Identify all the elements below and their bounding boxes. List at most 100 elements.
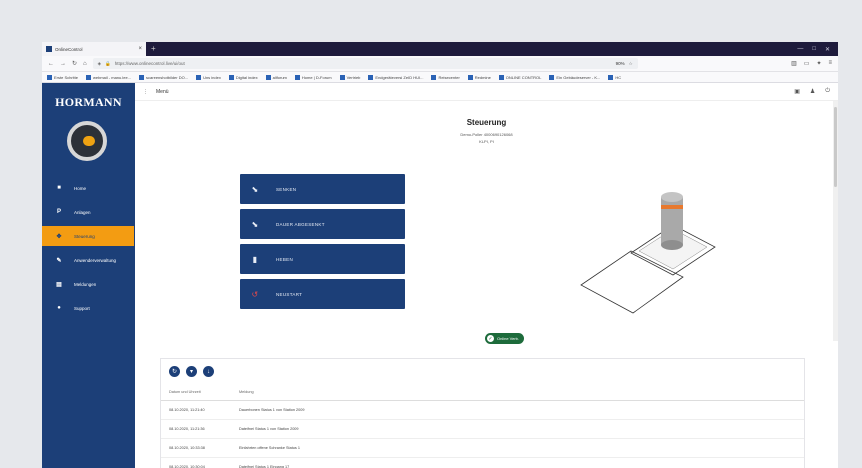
bookmark-item[interactable]: Ein Gebäudeserver - K...	[549, 74, 600, 80]
button-label: SENKEN	[276, 186, 297, 192]
status-check-icon: ✓	[487, 335, 494, 342]
shield-icon: ◈	[97, 60, 102, 66]
power-icon[interactable]: ⏻	[825, 88, 830, 95]
device-location: KLPI, PI	[479, 139, 494, 144]
column-header-datetime[interactable]: Datum und Uhrzeit	[161, 384, 231, 401]
table-row[interactable]: 08.10.2020, 11:21:40 Dauerbonen Status 1…	[161, 400, 804, 420]
reload-icon[interactable]: ↻	[72, 60, 77, 67]
favicon-icon	[46, 46, 52, 52]
close-window-icon[interactable]: ✕	[825, 46, 830, 53]
forward-icon[interactable]: →	[60, 61, 66, 67]
permanent-lowered-icon: ⬊	[251, 219, 259, 229]
sidebar-item-anwenderverwaltung[interactable]: ✎ Anwenderverwaltung	[42, 250, 135, 270]
user-icon[interactable]: ♟	[810, 88, 815, 95]
sidebar-item-label: Home	[74, 185, 87, 191]
page-title: Steuerung	[466, 118, 507, 127]
extensions-icon[interactable]: ✦	[816, 60, 821, 67]
browser-tab[interactable]: OnlineControl ×	[42, 42, 146, 56]
url-bar[interactable]: ◈ 🔒 https://www.onlinecontrol.live/ui/ou…	[92, 58, 638, 69]
column-header-message[interactable]: Meldung	[231, 384, 804, 401]
tab-close-icon[interactable]: ×	[138, 46, 142, 52]
raise-button[interactable]: ▮ HEBEN	[240, 244, 405, 274]
tab-title: OnlineControl	[55, 46, 83, 52]
bollard-illustration	[580, 192, 716, 314]
log-panel: ↻ ▾ ↓ Datum und Uhrzeit Meldung 08.10.20…	[160, 358, 805, 468]
bookmark-item[interactable]: ONLINE CONTROL	[498, 74, 541, 80]
status-badge[interactable]: ✓ Online Verb.	[485, 333, 525, 344]
bookmark-item[interactable]: webmail - manu.lee...	[86, 74, 131, 80]
permanent-lowered-button[interactable]: ⬊ DAUER ABGESENKT	[240, 209, 405, 239]
log-toolbar: ↻ ▾ ↓	[161, 359, 804, 384]
bookmark-item[interactable]: Vertrieb	[339, 74, 360, 80]
page-header: Steuerung Demo-Poller 4000690126068 KLPI…	[135, 118, 838, 144]
bollard-body-shape	[661, 197, 683, 245]
app-container: HORMANN ■ Home P Anlagen ✥ Steuerung ✎ A…	[42, 83, 838, 468]
table-row[interactable]: 08.10.2020, 11:21:36 Dateifnei Status 1 …	[161, 419, 804, 439]
lower-icon: ⬊	[251, 184, 259, 194]
support-icon: ●	[57, 305, 61, 311]
sidebar-item-support[interactable]: ● Support	[42, 298, 135, 318]
log-table: Datum und Uhrzeit Meldung 08.10.2020, 11…	[161, 384, 804, 468]
table-row[interactable]: 08.10.2020, 10:33:38 Einfahrten offene S…	[161, 438, 804, 458]
restart-button[interactable]: ↺ NEUSTART	[240, 279, 405, 309]
button-label: HEBEN	[276, 256, 294, 262]
sidebar-item-label: Steuerung	[74, 233, 95, 239]
bookmark-item[interactable]: Digital index	[228, 74, 258, 80]
sidebar-item-home[interactable]: ■ Home	[42, 178, 135, 198]
sidebar-item-label: Anwenderverwaltung	[74, 257, 117, 263]
control-icon: ✥	[56, 233, 62, 240]
cell-datetime: 08.10.2020, 11:21:40	[161, 400, 231, 420]
cell-datetime: 08.10.2020, 10:33:38	[161, 438, 231, 458]
messages-icon: ▤	[56, 281, 62, 288]
menu-label[interactable]: Menü	[156, 89, 169, 95]
zoom-level[interactable]: 90%	[616, 61, 625, 66]
filter-icon[interactable]: ▾	[186, 366, 197, 377]
table-row[interactable]: 08.10.2020, 10:30:04 Dateifnei Status 1 …	[161, 457, 804, 468]
restart-icon: ↺	[251, 289, 259, 299]
bookmark-star-icon[interactable]: ☆	[629, 61, 633, 67]
sidebar-nav: ■ Home P Anlagen ✥ Steuerung ✎ Anwenderv…	[42, 178, 135, 322]
cell-datetime: 08.10.2020, 11:21:36	[161, 419, 231, 439]
lock-icon: 🔒	[105, 60, 111, 66]
url-text: https://www.onlinecontrol.live/ui/out	[114, 61, 185, 66]
menu-toggle-icon[interactable]: ⋮	[143, 89, 148, 95]
maximize-icon[interactable]: □	[812, 46, 816, 52]
lower-button[interactable]: ⬊ SENKEN	[240, 174, 405, 204]
new-tab-icon[interactable]: +	[146, 42, 161, 56]
bookmark-item[interactable]: Uns index	[196, 74, 221, 80]
sidebar-item-label: Support	[74, 305, 90, 311]
sidebar-toggle-icon[interactable]: ▭	[804, 60, 810, 67]
cell-datetime: 08.10.2020, 10:30:04	[161, 457, 231, 468]
notifications-icon[interactable]: ▣	[794, 88, 800, 95]
bookmark-item[interactable]: Reisecenter	[431, 74, 460, 80]
brand-emblem-icon	[67, 121, 107, 161]
wrench-icon: ✎	[56, 257, 62, 264]
bookmark-item[interactable]: HC	[608, 74, 621, 80]
bookmark-item[interactable]: Redmine	[467, 74, 491, 80]
device-name: Demo-Poller 4000690126068	[460, 132, 513, 137]
bookmark-item[interactable]: Home | D-Forum	[294, 74, 332, 80]
bookmark-item[interactable]: Erste Schritte	[47, 74, 78, 80]
bollard-stripe-shape	[661, 205, 683, 209]
refresh-icon[interactable]: ↻	[169, 366, 180, 377]
library-icon[interactable]: ▥	[791, 60, 797, 67]
bookmark-item[interactable]: scareenshotbilder DO...	[139, 74, 188, 80]
cell-message: Dateifnei Status 1 von Station 2009	[231, 419, 804, 439]
home-browser-icon[interactable]: ⌂	[83, 61, 87, 67]
sidebar-item-anlagen[interactable]: P Anlagen	[42, 202, 135, 222]
bookmark-item[interactable]: Endgeräteversi ZeID HUI...	[368, 74, 423, 80]
status-label: Online Verb.	[497, 336, 520, 341]
button-label: DAUER ABGESENKT	[276, 221, 325, 227]
minimize-icon[interactable]: —	[797, 46, 803, 52]
menu-icon[interactable]: ≡	[828, 60, 832, 67]
sidebar-item-meldungen[interactable]: ▤ Meldungen	[42, 274, 135, 294]
back-icon[interactable]: ←	[48, 61, 54, 67]
location-pin-icon: P	[56, 209, 61, 215]
window-controls: — □ ✕	[797, 42, 838, 56]
cell-message: Dauerbonen Status 1 von Station 2009	[231, 400, 804, 420]
bookmark-item[interactable]: allforum	[265, 74, 287, 80]
download-icon[interactable]: ↓	[203, 366, 214, 377]
page-scrollbar[interactable]	[833, 101, 838, 341]
sidebar-item-steuerung[interactable]: ✥ Steuerung	[42, 226, 134, 246]
app-topbar: ⋮ Menü ▣ ♟ ⏻	[135, 83, 838, 101]
